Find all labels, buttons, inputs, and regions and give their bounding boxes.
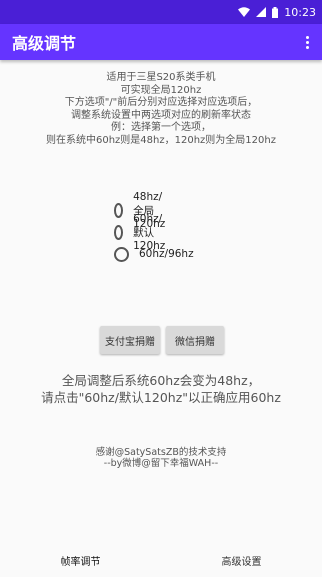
wifi-icon [238, 7, 251, 17]
bottom-tab-bar: 帧率调节 高级设置 [0, 544, 322, 577]
tab-frame-rate[interactable]: 帧率调节 [0, 544, 161, 577]
tab-advanced-settings[interactable]: 高级设置 [161, 544, 322, 577]
radio-option-60hz-96hz[interactable]: 60hz/96hz [114, 242, 194, 266]
page-title: 高级调节 [12, 34, 77, 53]
credits-text: 感谢@SatySatsZB的技术支持 --by微博@留下幸福WAH-- [0, 447, 322, 469]
description-text: 适用于三星S20系类手机 可实现全局120hz 下方选项"/"前后分别对应选择对… [0, 72, 322, 147]
description-line: 则在系统中60hz则是48hz，120hz则为全局120hz [46, 134, 276, 146]
notice-line: 全局调整后系统60hz会变为48hz， [61, 373, 261, 388]
credits-line: 感谢@SatySatsZB的技术支持 [95, 447, 227, 458]
wechat-donate-button[interactable]: 微信捐赠 [166, 326, 224, 354]
alipay-donate-button[interactable]: 支付宝捐赠 [100, 326, 160, 354]
radio-button[interactable] [114, 246, 129, 262]
radio-option-60hz-default-120hz[interactable]: 60hz/默认120hz [114, 213, 171, 252]
radio-button[interactable] [114, 224, 124, 240]
notice-line: 请点击"60hz/默认120hz"以正确应用60hz [41, 390, 281, 405]
description-line: 可实现全局120hz [120, 84, 202, 96]
more-vert-icon[interactable] [292, 24, 322, 60]
description-line: 例：选择第一个选项， [111, 122, 211, 133]
credits-line: --by微博@留下幸福WAH-- [103, 458, 219, 469]
description-line: 适用于三星S20系类手机 [106, 72, 216, 83]
signal-icon [256, 7, 267, 17]
status-bar: 10:23 [0, 0, 322, 24]
battery-icon [272, 6, 279, 18]
radio-label: 60hz/96hz [139, 248, 194, 260]
notice-text: 全局调整后系统60hz会变为48hz， 请点击"60hz/默认120hz"以正确… [0, 372, 322, 406]
app-bar: 高级调节 [0, 24, 322, 60]
description-line: 下方选项"/"前后分别对应选择对应选项后， [64, 97, 258, 108]
radio-button[interactable] [114, 202, 124, 218]
status-time: 10:23 [284, 5, 316, 19]
description-line: 调整系统设置中两选项对应的刷新率状态 [71, 109, 251, 121]
